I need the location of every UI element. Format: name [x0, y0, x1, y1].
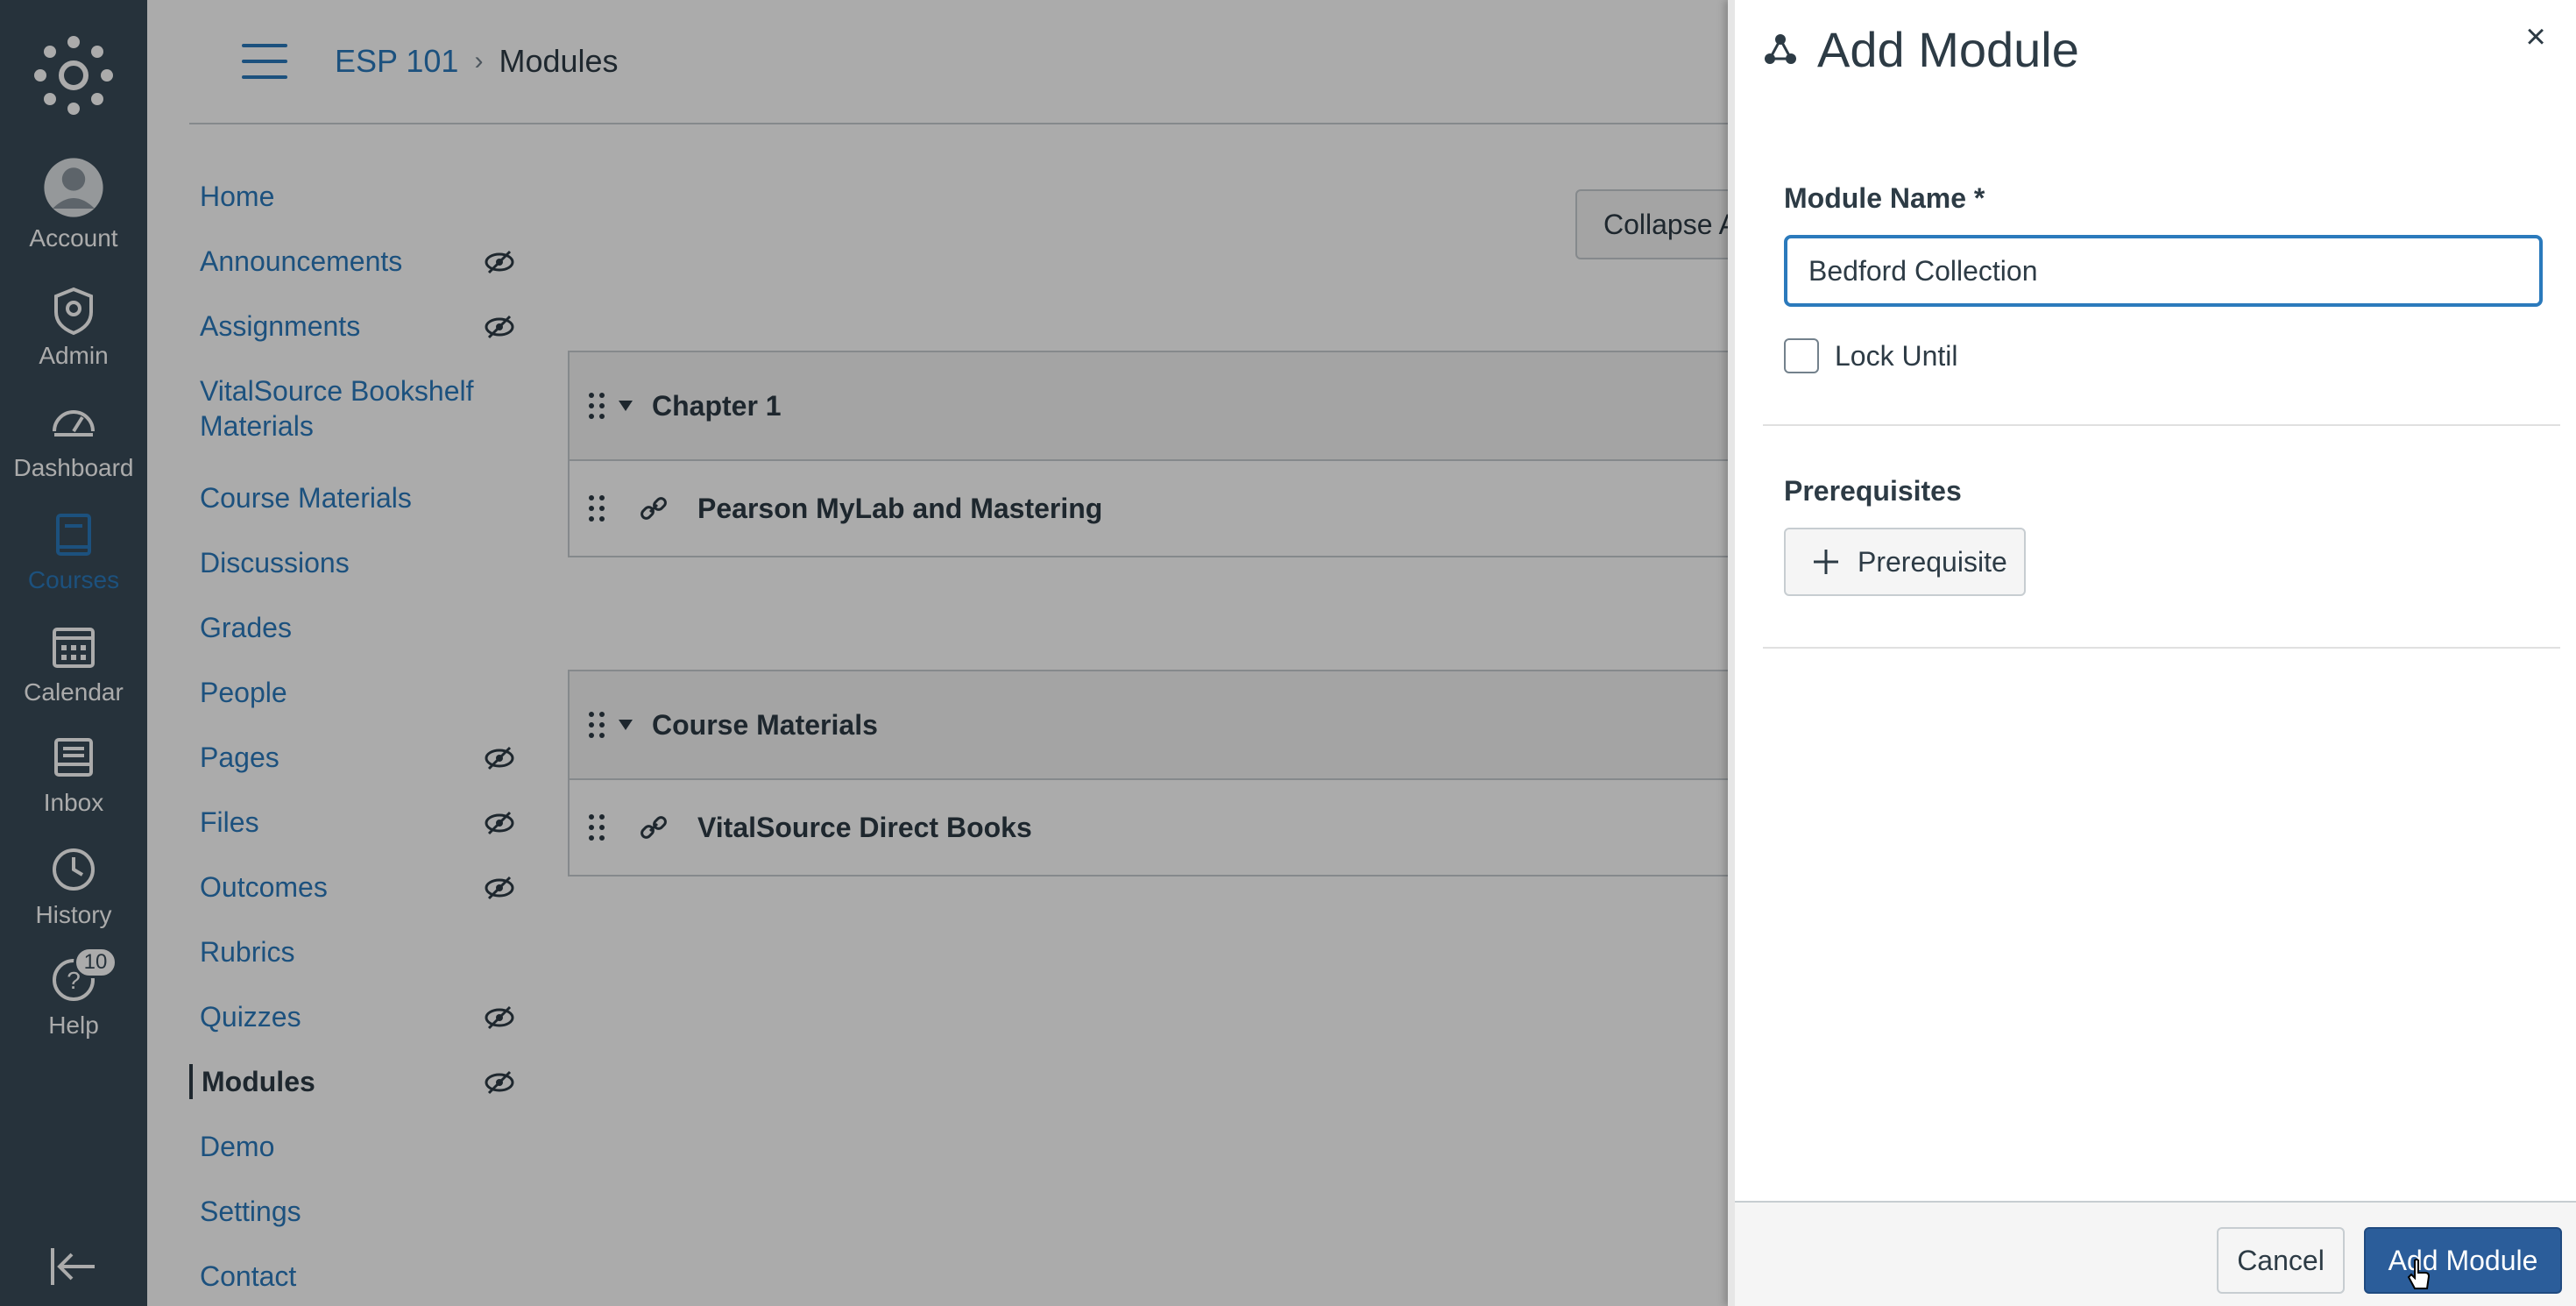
lock-until-label[interactable]: Lock Until [1835, 340, 1958, 373]
add-module-tray: Add Module × Module Name * Lock Until Pr… [1728, 0, 2576, 1306]
modules-icon [1765, 33, 1796, 64]
app-window: Account Admin Dashboard Courses Calendar… [0, 0, 2576, 1306]
module-name-label: Module Name * [1784, 182, 1985, 214]
module-name-input[interactable] [1784, 235, 2543, 307]
tray-title: Add Module [1817, 22, 2079, 77]
cancel-button[interactable]: Cancel [2217, 1227, 2345, 1294]
plus-icon [1814, 550, 1838, 574]
divider [1763, 647, 2560, 649]
lock-until-checkbox[interactable] [1784, 338, 1819, 373]
add-prerequisite-label: Prerequisite [1858, 545, 2007, 578]
tray-footer: Cancel Add Module [1735, 1201, 2576, 1306]
add-prerequisite-button[interactable]: Prerequisite [1784, 528, 2026, 596]
add-module-button[interactable]: Add Module [2364, 1227, 2562, 1294]
divider [1763, 424, 2560, 426]
prerequisites-label: Prerequisites [1784, 475, 1962, 507]
close-icon[interactable]: × [2518, 19, 2553, 54]
lock-until-row[interactable]: Lock Until [1784, 338, 1958, 373]
pointer-cursor-icon [2407, 1259, 2431, 1289]
tray-header: Add Module [1761, 21, 2079, 78]
